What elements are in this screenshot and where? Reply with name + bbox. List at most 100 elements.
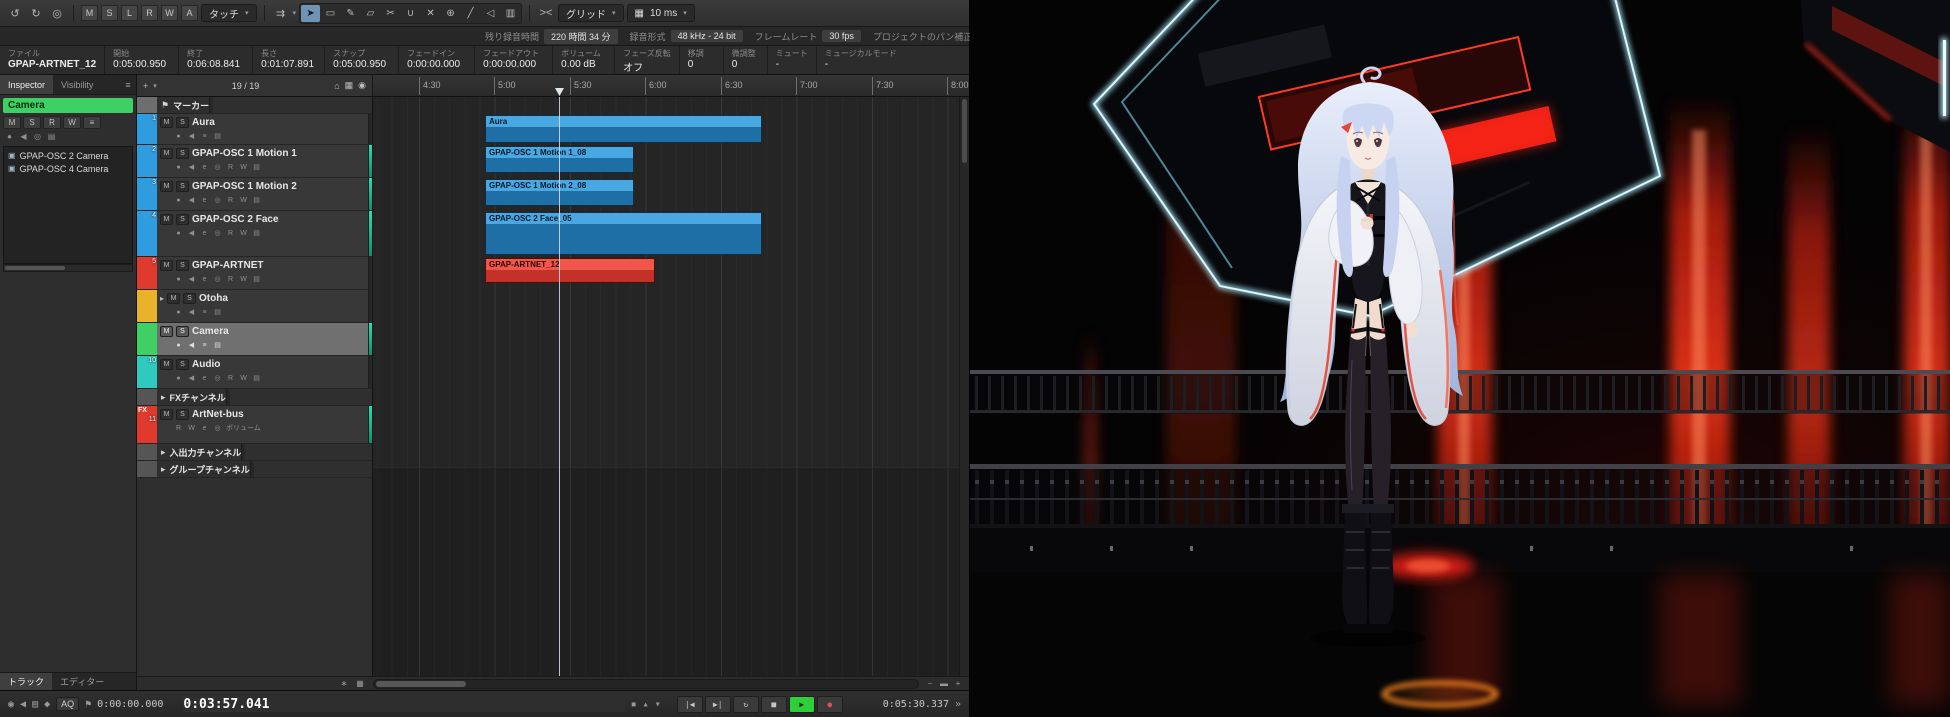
find-track-icon[interactable]: ◉: [358, 80, 366, 91]
mute-button[interactable]: M: [160, 359, 173, 370]
record-arm-icon[interactable]: ●: [174, 375, 183, 382]
folder-icon[interactable]: ▸: [161, 464, 166, 475]
record-format[interactable]: 録音形式 48 kHz - 24 bit: [630, 30, 743, 43]
lane-icon[interactable]: ▤: [213, 341, 222, 349]
write-button[interactable]: W: [239, 230, 248, 237]
glue-tool[interactable]: ∪: [401, 5, 420, 22]
info-field-length[interactable]: 長さ 0:01:07.891: [253, 46, 325, 74]
info-field-start[interactable]: 開始 0:05:00.950: [105, 46, 179, 74]
hamburger-icon[interactable]: ≡: [200, 309, 209, 316]
lane-icon[interactable]: ▤: [252, 275, 261, 283]
folder-icon[interactable]: ▸: [160, 294, 164, 303]
range-tool[interactable]: ▭: [321, 5, 340, 22]
zoom-in-icon[interactable]: +: [953, 679, 963, 688]
solo-button[interactable]: S: [176, 214, 189, 225]
split-tool[interactable]: ✂: [381, 5, 400, 22]
info-field-file[interactable]: ファイル GPAP-ARTNET_12: [0, 46, 105, 74]
folder-icon[interactable]: ▸: [161, 392, 166, 403]
tab-editor[interactable]: エディター: [52, 673, 112, 690]
horizontal-scrollbar[interactable]: [373, 679, 919, 689]
freeze-icon[interactable]: ◎: [213, 275, 222, 283]
tab-track[interactable]: トラック: [0, 673, 52, 690]
record-arm-icon[interactable]: ●: [174, 197, 183, 204]
go-to-start-button[interactable]: |◀: [677, 696, 703, 713]
edit-channel-button[interactable]: e: [200, 230, 209, 237]
automation-mode-select[interactable]: タッチ ▾: [201, 4, 257, 22]
mute-button[interactable]: M: [160, 117, 173, 128]
solo-button[interactable]: S: [176, 409, 189, 420]
edit-channel-button[interactable]: e: [200, 425, 209, 432]
info-field-mute[interactable]: ミュート -: [768, 46, 817, 74]
solo-button[interactable]: S: [176, 181, 189, 192]
lane-icon[interactable]: ▤: [252, 374, 261, 382]
mute-button[interactable]: M: [167, 293, 180, 304]
edit-channel-button[interactable]: e: [200, 197, 209, 204]
info-field-transpose[interactable]: 移調 0: [680, 46, 724, 74]
chevron-down-icon[interactable]: ▾: [293, 9, 297, 17]
monitor-icon[interactable]: ◀: [20, 699, 26, 710]
nudge-down-icon[interactable]: ▾: [655, 699, 661, 710]
mute-button[interactable]: M: [3, 116, 21, 129]
track-row-audio[interactable]: 10 M S Audio ● ◀ e: [137, 356, 372, 389]
monitor-icon[interactable]: ◀: [187, 341, 196, 349]
stop-button[interactable]: ■: [761, 696, 787, 713]
monitor-icon[interactable]: ◀: [187, 308, 196, 316]
lane-icon[interactable]: ▤: [213, 308, 222, 316]
freeze-icon[interactable]: ◎: [213, 374, 222, 382]
write-button[interactable]: W: [63, 116, 81, 129]
freeze-icon[interactable]: ◎: [213, 196, 222, 204]
inspector-hscrollbar[interactable]: [3, 264, 133, 272]
listen-button[interactable]: L: [121, 5, 138, 21]
lane-icon[interactable]: ▤: [252, 196, 261, 204]
automation-parameter-label[interactable]: ボリューム: [226, 423, 261, 433]
hamburger-icon[interactable]: ≡: [83, 116, 101, 129]
record-arm-icon[interactable]: ●: [174, 133, 183, 140]
read-button[interactable]: R: [226, 164, 235, 171]
scroll-thumb[interactable]: [5, 266, 65, 270]
info-field-phase[interactable]: フェーズ反転 オフ: [615, 46, 680, 74]
write-button[interactable]: W: [187, 425, 196, 432]
midi-activity-icon[interactable]: ▤: [32, 699, 38, 710]
timeline-ruler[interactable]: 4:30 5:00 5:30 6:00 6:30 7:00 7:30 8:00: [373, 75, 969, 96]
read-button[interactable]: R: [226, 230, 235, 237]
solo-button[interactable]: S: [176, 326, 189, 337]
write-all-button[interactable]: W: [161, 5, 178, 21]
grid-icon[interactable]: ▦: [345, 80, 354, 91]
track-row-marker[interactable]: ⚑ マーカー: [137, 97, 372, 114]
selected-track-header[interactable]: Camera: [3, 98, 133, 113]
write-button[interactable]: W: [239, 164, 248, 171]
track-row-io-folder[interactable]: ▸ 入出力チャンネル: [137, 444, 372, 461]
chevron-down-icon[interactable]: ▾: [153, 82, 157, 90]
frame-rate[interactable]: フレームレート 30 fps: [755, 30, 861, 43]
edit-channel-button[interactable]: e: [200, 375, 209, 382]
zoom-slider[interactable]: ▬: [939, 679, 949, 688]
grid-toggle-icon[interactable]: ▦: [355, 679, 365, 688]
write-button[interactable]: W: [239, 276, 248, 283]
monitor-icon[interactable]: ◀: [187, 132, 196, 140]
marker-icon[interactable]: ◆: [44, 699, 50, 710]
mute-button[interactable]: M: [160, 181, 173, 192]
hamburger-icon[interactable]: ≡: [120, 75, 136, 94]
read-button[interactable]: R: [226, 197, 235, 204]
track-row-motion1[interactable]: 2 M S GPAP-OSC 1 Motion 1 ● ◀: [137, 145, 372, 178]
mute-button[interactable]: M: [160, 214, 173, 225]
mute-button[interactable]: M: [160, 148, 173, 159]
event-face[interactable]: GPAP-OSC 2 Face_05: [485, 212, 762, 255]
aq-badge[interactable]: AQ: [56, 697, 79, 711]
freeze-icon[interactable]: ◎: [213, 229, 222, 237]
monitor-icon[interactable]: ◀: [187, 229, 196, 237]
track-row-fx-folder[interactable]: ▸ FXチャンネル: [137, 389, 372, 406]
write-button[interactable]: W: [239, 197, 248, 204]
info-field-finetune[interactable]: 微調整 0: [724, 46, 768, 74]
lock-icon[interactable]: ▪: [631, 699, 637, 710]
undo-icon[interactable]: ↺: [6, 4, 24, 22]
write-button[interactable]: W: [239, 375, 248, 382]
track-row-face[interactable]: 4 M S GPAP-OSC 2 Face ● ◀: [137, 211, 372, 257]
solo-button[interactable]: S: [176, 117, 189, 128]
scroll-thumb[interactable]: [962, 99, 967, 163]
mute-tool[interactable]: ✕: [421, 5, 440, 22]
nudge-up-icon[interactable]: ▴: [643, 699, 649, 710]
folder-icon[interactable]: ▸: [161, 447, 166, 458]
solo-all-button[interactable]: S: [101, 5, 118, 21]
primary-time-display[interactable]: 0:03:57.041: [183, 697, 624, 712]
